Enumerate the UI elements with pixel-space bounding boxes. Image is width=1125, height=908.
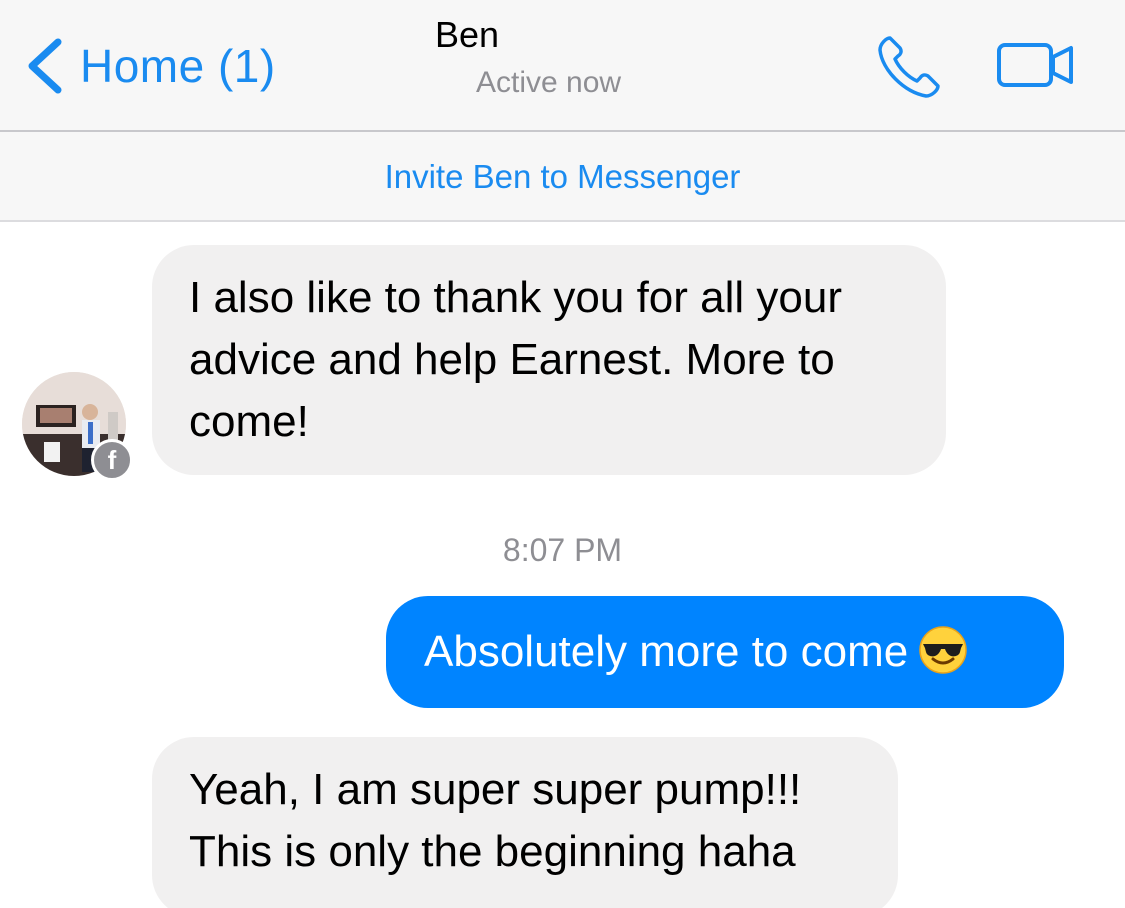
active-status: Active now	[476, 66, 622, 99]
back-button-label: Home (1)	[80, 40, 276, 92]
invite-bar: Invite Ben to Messenger	[0, 132, 1125, 222]
phone-icon[interactable]	[876, 34, 942, 100]
back-button[interactable]: Home (1)	[22, 36, 276, 96]
message-bubble-incoming[interactable]: Yeah, I am super super pump!!! This is o…	[152, 737, 898, 908]
facebook-badge-icon: f	[91, 439, 133, 481]
contact-name[interactable]: Ben	[435, 14, 499, 56]
message-bubble-outgoing[interactable]: Absolutely more to come	[386, 596, 1064, 708]
message-text: Absolutely more to come	[424, 627, 909, 676]
sunglasses-emoji-icon	[919, 626, 967, 675]
messenger-chat-screen: Home (1) Ben Active now Invite Ben to Me…	[0, 0, 1125, 908]
chevron-left-icon	[28, 38, 62, 94]
invite-link[interactable]: Invite Ben to Messenger	[385, 158, 741, 196]
video-camera-icon[interactable]	[996, 40, 1076, 90]
message-timestamp: 8:07 PM	[502, 532, 623, 568]
chat-header: Home (1) Ben Active now	[0, 0, 1125, 132]
message-text: Yeah, I am super super pump!!! This is o…	[189, 765, 802, 876]
message-bubble-incoming[interactable]: I also like to thank you for all your ad…	[152, 245, 946, 475]
message-text: I also like to thank you for all your ad…	[189, 273, 842, 446]
